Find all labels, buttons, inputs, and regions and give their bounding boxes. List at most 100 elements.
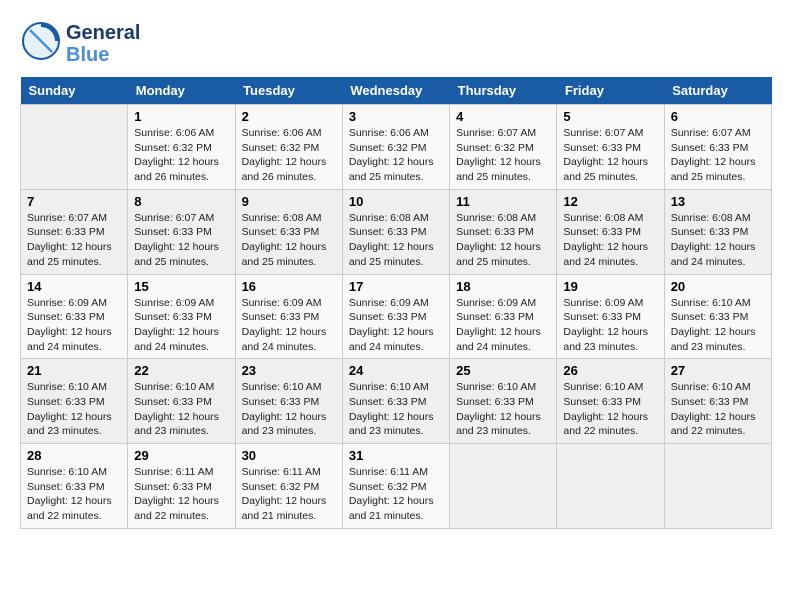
day-details: Sunrise: 6:07 AMSunset: 6:33 PMDaylight:…	[27, 211, 121, 270]
day-number: 23	[242, 363, 336, 378]
day-number: 6	[671, 109, 765, 124]
day-details: Sunrise: 6:10 AMSunset: 6:33 PMDaylight:…	[563, 380, 657, 439]
day-details: Sunrise: 6:10 AMSunset: 6:33 PMDaylight:…	[27, 380, 121, 439]
day-header-wednesday: Wednesday	[342, 77, 449, 105]
day-details: Sunrise: 6:08 AMSunset: 6:33 PMDaylight:…	[349, 211, 443, 270]
calendar-table: SundayMondayTuesdayWednesdayThursdayFrid…	[20, 77, 772, 529]
calendar-cell: 19 Sunrise: 6:09 AMSunset: 6:33 PMDayligh…	[557, 274, 664, 359]
calendar-cell	[664, 444, 771, 529]
calendar-cell: 30Sunrise: 6:11 AMSunset: 6:32 PMDayligh…	[235, 444, 342, 529]
calendar-cell: 12 Sunrise: 6:08 AMSunset: 6:33 PMDayligh…	[557, 189, 664, 274]
day-number: 20	[671, 279, 765, 294]
calendar-cell: 4 Sunrise: 6:07 AMSunset: 6:32 PMDaylight…	[450, 105, 557, 190]
day-details: Sunrise: 6:10 AMSunset: 6:33 PMDaylight:…	[671, 296, 765, 355]
calendar-cell: 28 Sunrise: 6:10 AMSunset: 6:33 PMDayligh…	[21, 444, 128, 529]
day-details: Sunrise: 6:07 AMSunset: 6:32 PMDaylight:…	[456, 126, 550, 185]
day-header-thursday: Thursday	[450, 77, 557, 105]
calendar-cell: 16Sunrise: 6:09 AMSunset: 6:33 PMDayligh…	[235, 274, 342, 359]
day-number: 2	[242, 109, 336, 124]
day-header-friday: Friday	[557, 77, 664, 105]
calendar-cell: 5 Sunrise: 6:07 AMSunset: 6:33 PMDaylight…	[557, 105, 664, 190]
day-details: Sunrise: 6:10 AMSunset: 6:33 PMDaylight:…	[671, 380, 765, 439]
day-number: 29	[134, 448, 228, 463]
calendar-cell: 1 Sunrise: 6:06 AMSunset: 6:32 PMDaylight…	[128, 105, 235, 190]
day-number: 1	[134, 109, 228, 124]
calendar-cell: 21 Sunrise: 6:10 AMSunset: 6:33 PMDayligh…	[21, 359, 128, 444]
day-number: 28	[27, 448, 121, 463]
calendar-cell	[450, 444, 557, 529]
calendar-cell: 25 Sunrise: 6:10 AMSunset: 6:33 PMDayligh…	[450, 359, 557, 444]
day-header-tuesday: Tuesday	[235, 77, 342, 105]
day-details: Sunrise: 6:07 AMSunset: 6:33 PMDaylight:…	[563, 126, 657, 185]
calendar-cell: 17 Sunrise: 6:09 AMSunset: 6:33 PMDayligh…	[342, 274, 449, 359]
day-number: 10	[349, 194, 443, 209]
calendar-cell: 29 Sunrise: 6:11 AMSunset: 6:33 PMDayligh…	[128, 444, 235, 529]
logo-text-blue: Blue	[66, 44, 140, 66]
day-number: 8	[134, 194, 228, 209]
day-number: 25	[456, 363, 550, 378]
day-number: 14	[27, 279, 121, 294]
day-details: Sunrise: 6:09 AMSunset: 6:33 PMDaylight:…	[349, 296, 443, 355]
day-details: Sunrise: 6:09 AMSunset: 6:33 PMDaylight:…	[134, 296, 228, 355]
calendar-cell: 22 Sunrise: 6:10 AMSunset: 6:33 PMDayligh…	[128, 359, 235, 444]
calendar-cell: 8 Sunrise: 6:07 AMSunset: 6:33 PMDaylight…	[128, 189, 235, 274]
day-details: Sunrise: 6:08 AMSunset: 6:33 PMDaylight:…	[242, 211, 336, 270]
calendar-cell: 23 Sunrise: 6:10 AMSunset: 6:33 PMDayligh…	[235, 359, 342, 444]
day-details: Sunrise: 6:08 AMSunset: 6:33 PMDaylight:…	[456, 211, 550, 270]
day-number: 11	[456, 194, 550, 209]
calendar-cell: 14Sunrise: 6:09 AMSunset: 6:33 PMDayligh…	[21, 274, 128, 359]
day-number: 21	[27, 363, 121, 378]
day-details: Sunrise: 6:07 AMSunset: 6:33 PMDaylight:…	[671, 126, 765, 185]
day-number: 12	[563, 194, 657, 209]
day-header-sunday: Sunday	[21, 77, 128, 105]
day-details: Sunrise: 6:09 AMSunset: 6:33 PMDaylight:…	[456, 296, 550, 355]
day-number: 31	[349, 448, 443, 463]
day-details: Sunrise: 6:08 AMSunset: 6:33 PMDaylight:…	[563, 211, 657, 270]
day-number: 9	[242, 194, 336, 209]
day-header-monday: Monday	[128, 77, 235, 105]
calendar-cell: 11 Sunrise: 6:08 AMSunset: 6:33 PMDayligh…	[450, 189, 557, 274]
calendar-cell: 2 Sunrise: 6:06 AMSunset: 6:32 PMDaylight…	[235, 105, 342, 190]
day-number: 4	[456, 109, 550, 124]
day-details: Sunrise: 6:10 AMSunset: 6:33 PMDaylight:…	[27, 465, 121, 524]
day-header-saturday: Saturday	[664, 77, 771, 105]
day-details: Sunrise: 6:06 AMSunset: 6:32 PMDaylight:…	[242, 126, 336, 185]
logo-icon	[20, 20, 62, 62]
day-details: Sunrise: 6:06 AMSunset: 6:32 PMDaylight:…	[134, 126, 228, 185]
day-details: Sunrise: 6:11 AMSunset: 6:32 PMDaylight:…	[242, 465, 336, 524]
day-details: Sunrise: 6:10 AMSunset: 6:33 PMDaylight:…	[456, 380, 550, 439]
logo: General Blue	[20, 20, 140, 67]
day-details: Sunrise: 6:11 AMSunset: 6:32 PMDaylight:…	[349, 465, 443, 524]
day-details: Sunrise: 6:08 AMSunset: 6:33 PMDaylight:…	[671, 211, 765, 270]
day-details: Sunrise: 6:10 AMSunset: 6:33 PMDaylight:…	[134, 380, 228, 439]
day-details: Sunrise: 6:11 AMSunset: 6:33 PMDaylight:…	[134, 465, 228, 524]
page-header: General Blue	[20, 20, 772, 67]
day-number: 19	[563, 279, 657, 294]
calendar-cell: 26 Sunrise: 6:10 AMSunset: 6:33 PMDayligh…	[557, 359, 664, 444]
day-number: 22	[134, 363, 228, 378]
day-number: 15	[134, 279, 228, 294]
day-number: 18	[456, 279, 550, 294]
calendar-cell: 15 Sunrise: 6:09 AMSunset: 6:33 PMDayligh…	[128, 274, 235, 359]
day-details: Sunrise: 6:09 AMSunset: 6:33 PMDaylight:…	[563, 296, 657, 355]
day-number: 7	[27, 194, 121, 209]
calendar-cell: 31 Sunrise: 6:11 AMSunset: 6:32 PMDayligh…	[342, 444, 449, 529]
day-number: 26	[563, 363, 657, 378]
calendar-cell: 13 Sunrise: 6:08 AMSunset: 6:33 PMDayligh…	[664, 189, 771, 274]
logo-text-general: General	[66, 22, 140, 44]
day-number: 13	[671, 194, 765, 209]
day-number: 24	[349, 363, 443, 378]
day-number: 27	[671, 363, 765, 378]
calendar-cell: 18 Sunrise: 6:09 AMSunset: 6:33 PMDayligh…	[450, 274, 557, 359]
day-number: 5	[563, 109, 657, 124]
calendar-cell: 10 Sunrise: 6:08 AMSunset: 6:33 PMDayligh…	[342, 189, 449, 274]
calendar-cell: 6 Sunrise: 6:07 AMSunset: 6:33 PMDaylight…	[664, 105, 771, 190]
day-details: Sunrise: 6:07 AMSunset: 6:33 PMDaylight:…	[134, 211, 228, 270]
calendar-cell: 3Sunrise: 6:06 AMSunset: 6:32 PMDaylight…	[342, 105, 449, 190]
calendar-cell: 27 Sunrise: 6:10 AMSunset: 6:33 PMDayligh…	[664, 359, 771, 444]
day-details: Sunrise: 6:10 AMSunset: 6:33 PMDaylight:…	[242, 380, 336, 439]
day-details: Sunrise: 6:09 AMSunset: 6:33 PMDaylight:…	[242, 296, 336, 355]
day-number: 17	[349, 279, 443, 294]
calendar-cell	[21, 105, 128, 190]
day-details: Sunrise: 6:06 AMSunset: 6:32 PMDaylight:…	[349, 126, 443, 185]
